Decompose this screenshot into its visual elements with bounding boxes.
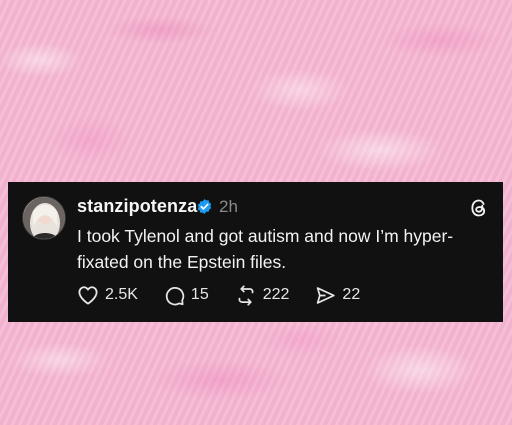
like-count: 2.5K [105, 286, 138, 303]
post-text-line-1: I took Tylenol and got autism and now I’… [77, 226, 454, 246]
verified-badge-icon [197, 199, 212, 214]
post-text-line-2: fixated on the Epstein files. [77, 252, 287, 272]
avatar[interactable] [22, 196, 66, 240]
threads-post-card: stanzipotenza 2h I took Tylenol and got … [8, 182, 503, 322]
post-text: I took Tylenol and got autism and now I’… [77, 223, 477, 275]
threads-logo-icon[interactable] [469, 198, 489, 218]
send-icon [317, 286, 336, 304]
heart-icon [78, 286, 98, 305]
share-button[interactable]: 22 [315, 285, 360, 306]
repost-count: 222 [262, 286, 290, 303]
like-button[interactable]: 2.5K [77, 285, 138, 305]
avatar-image [23, 197, 65, 239]
repost-icon [238, 284, 254, 306]
username[interactable]: stanzipotenza [77, 196, 197, 217]
comment-icon [165, 286, 185, 305]
reply-count: 15 [190, 286, 209, 303]
reply-button[interactable]: 15 [164, 285, 209, 306]
share-count: 22 [342, 286, 361, 303]
repost-button[interactable]: 222 [235, 284, 290, 306]
post-timestamp: 2h [219, 197, 238, 216]
post-actions-bar: 2.5K 15 222 22 [77, 283, 386, 307]
